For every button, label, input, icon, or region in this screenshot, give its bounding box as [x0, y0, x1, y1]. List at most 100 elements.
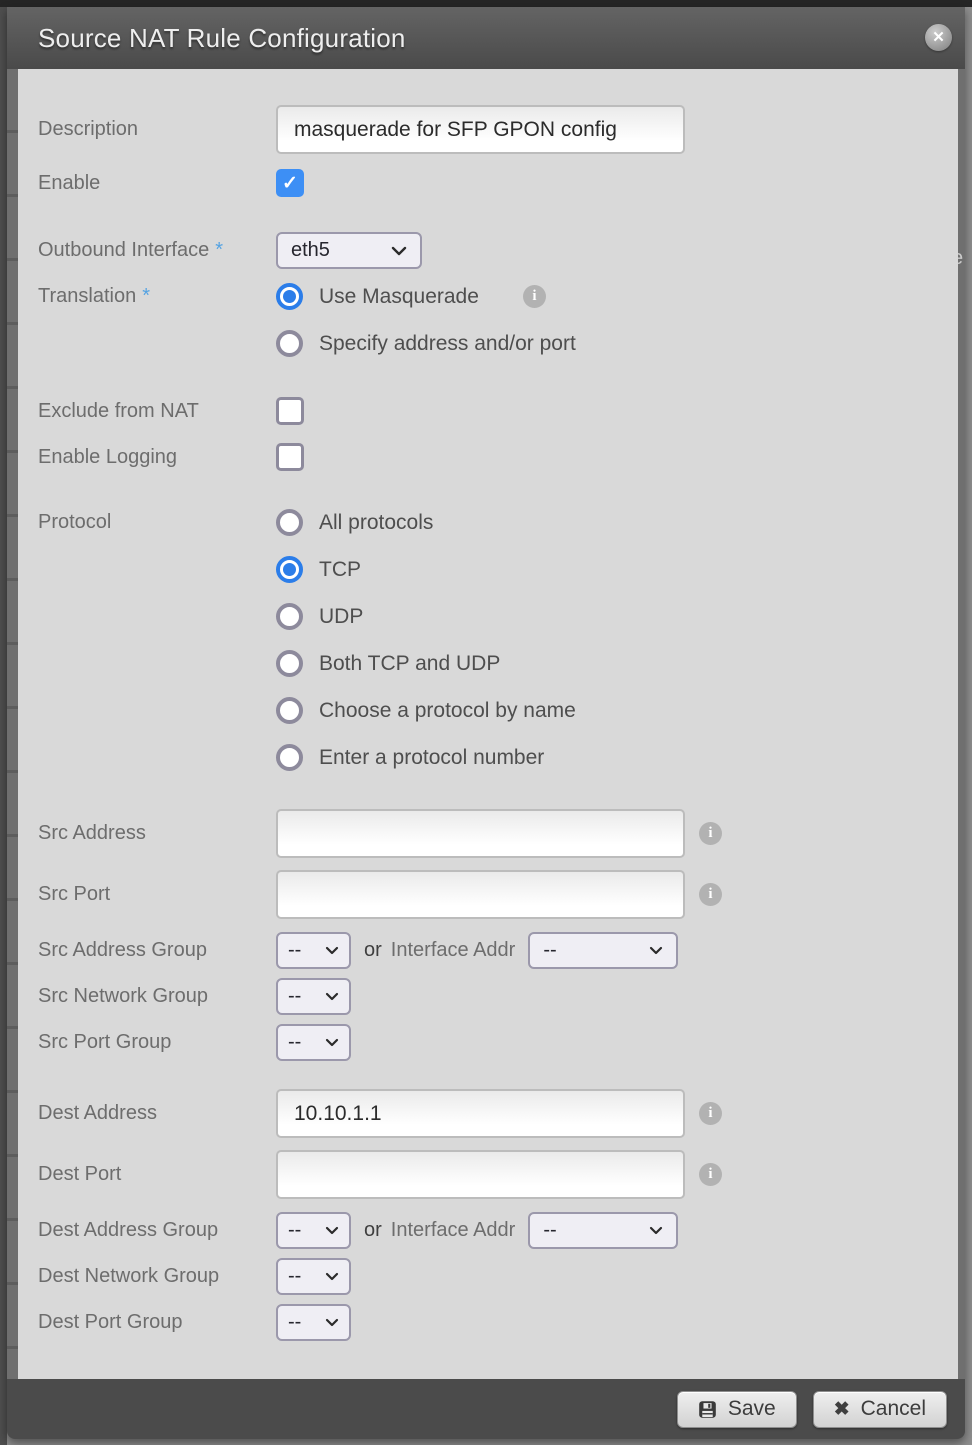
dest-interface-addr-select[interactable]: -- — [528, 1212, 678, 1249]
radio-label: TCP — [319, 558, 361, 582]
cancel-button[interactable]: ✖ Cancel — [813, 1391, 947, 1428]
save-button[interactable]: Save — [677, 1391, 797, 1428]
description-row: Description — [18, 105, 958, 154]
src-address-group-select[interactable]: -- — [276, 932, 351, 969]
dialog-header: Source NAT Rule Configuration ✕ — [7, 7, 965, 69]
src-address-label: Src Address — [18, 822, 276, 845]
outbound-interface-select[interactable]: eth5 — [276, 232, 422, 269]
radio-label: Use Masquerade — [319, 285, 479, 309]
chevron-down-icon — [325, 992, 339, 1001]
enable-logging-row: Enable Logging ✓ — [18, 443, 958, 471]
dimmed-background-left — [0, 7, 7, 1445]
info-icon[interactable]: i — [699, 1163, 722, 1186]
src-address-input[interactable] — [276, 809, 685, 858]
radio-udp[interactable]: UDP — [276, 603, 576, 630]
dialog-body: Description Enable ✓ Outbound Interface*… — [18, 69, 958, 1379]
dest-address-label: Dest Address — [18, 1102, 276, 1125]
exclude-from-nat-checkbox[interactable]: ✓ — [276, 397, 304, 425]
source-nat-rule-dialog: e Source NAT Rule Configuration ✕ Descri… — [7, 7, 965, 1439]
cancel-x-icon: ✖ — [834, 1398, 850, 1421]
radio-button[interactable] — [276, 556, 303, 583]
cancel-button-label: Cancel — [861, 1397, 926, 1421]
src-address-row: Src Address i — [18, 809, 958, 858]
close-icon[interactable]: ✕ — [925, 24, 952, 51]
info-icon[interactable]: i — [523, 285, 546, 308]
radio-tcp[interactable]: TCP — [276, 556, 576, 583]
radio-button[interactable] — [276, 744, 303, 771]
dest-network-group-label: Dest Network Group — [18, 1265, 276, 1288]
src-port-group-select[interactable]: -- — [276, 1024, 351, 1061]
interface-addr-label: Interface Addr — [391, 1219, 516, 1242]
dialog-title: Source NAT Rule Configuration — [38, 23, 406, 54]
or-label: or — [364, 939, 382, 962]
radio-specify-address-port[interactable]: Specify address and/or port — [276, 330, 576, 357]
chevron-down-icon — [325, 1272, 339, 1281]
required-asterisk: * — [142, 285, 150, 307]
src-port-input[interactable] — [276, 870, 685, 919]
dest-network-group-select[interactable]: -- — [276, 1258, 351, 1295]
required-asterisk: * — [215, 239, 223, 261]
dimmed-table-rows — [7, 69, 18, 1379]
dest-port-label: Dest Port — [18, 1163, 276, 1186]
radio-button[interactable] — [276, 603, 303, 630]
dest-port-group-label: Dest Port Group — [18, 1311, 276, 1334]
dest-port-group-select[interactable]: -- — [276, 1304, 351, 1341]
enable-logging-checkbox[interactable]: ✓ — [276, 443, 304, 471]
src-address-group-label: Src Address Group — [18, 939, 276, 962]
dest-port-group-row: Dest Port Group -- — [18, 1303, 958, 1341]
dest-address-row: Dest Address i — [18, 1089, 958, 1138]
outbound-interface-value: eth5 — [291, 239, 330, 262]
info-icon[interactable]: i — [699, 1102, 722, 1125]
chevron-down-icon — [325, 1226, 339, 1235]
chevron-down-icon — [649, 946, 663, 955]
radio-button[interactable] — [276, 697, 303, 724]
dest-address-group-label: Dest Address Group — [18, 1219, 276, 1242]
dialog-footer: Save ✖ Cancel — [7, 1379, 965, 1439]
save-button-label: Save — [728, 1397, 776, 1421]
interface-addr-label: Interface Addr — [391, 939, 516, 962]
src-network-group-select[interactable]: -- — [276, 978, 351, 1015]
src-port-label: Src Port — [18, 883, 276, 906]
protocol-options: All protocols TCP UDP Both TCP and UDP — [276, 509, 576, 771]
enable-logging-label: Enable Logging — [18, 446, 276, 469]
src-interface-addr-select[interactable]: -- — [528, 932, 678, 969]
protocol-row: Protocol All protocols TCP UDP — [18, 509, 958, 771]
src-port-group-row: Src Port Group -- — [18, 1023, 958, 1061]
protocol-label: Protocol — [18, 509, 276, 536]
src-network-group-label: Src Network Group — [18, 985, 276, 1008]
dest-address-group-select[interactable]: -- — [276, 1212, 351, 1249]
info-icon[interactable]: i — [699, 822, 722, 845]
dimmed-background-right — [965, 7, 972, 1445]
info-icon[interactable]: i — [699, 883, 722, 906]
radio-button[interactable] — [276, 509, 303, 536]
radio-both-tcp-udp[interactable]: Both TCP and UDP — [276, 650, 576, 677]
enable-checkbox[interactable]: ✓ — [276, 169, 304, 197]
enable-row: Enable ✓ — [18, 169, 958, 197]
chevron-down-icon — [325, 1318, 339, 1327]
radio-label: UDP — [319, 605, 363, 629]
radio-protocol-number[interactable]: Enter a protocol number — [276, 744, 576, 771]
save-icon — [698, 1400, 717, 1419]
src-address-group-row: Src Address Group -- or Interface Addr -… — [18, 931, 958, 969]
or-label: or — [364, 1219, 382, 1242]
chevron-down-icon — [325, 1038, 339, 1047]
dest-address-group-row: Dest Address Group -- or Interface Addr … — [18, 1211, 958, 1249]
translation-label: Translation* — [18, 283, 276, 310]
description-input[interactable] — [276, 105, 685, 154]
radio-protocol-by-name[interactable]: Choose a protocol by name — [276, 697, 576, 724]
radio-button[interactable] — [276, 283, 303, 310]
dest-address-input[interactable] — [276, 1089, 685, 1138]
dest-network-group-row: Dest Network Group -- — [18, 1257, 958, 1295]
radio-use-masquerade[interactable]: Use Masquerade i — [276, 283, 576, 310]
description-label: Description — [18, 118, 276, 141]
chevron-down-icon — [391, 246, 407, 256]
radio-all-protocols[interactable]: All protocols — [276, 509, 576, 536]
dimmed-background-top — [0, 0, 972, 7]
radio-label: Both TCP and UDP — [319, 652, 500, 676]
src-port-group-label: Src Port Group — [18, 1031, 276, 1054]
dest-port-input[interactable] — [276, 1150, 685, 1199]
translation-row: Translation* Use Masquerade i Specify ad… — [18, 283, 958, 357]
radio-button[interactable] — [276, 650, 303, 677]
radio-button[interactable] — [276, 330, 303, 357]
exclude-from-nat-label: Exclude from NAT — [18, 400, 276, 423]
